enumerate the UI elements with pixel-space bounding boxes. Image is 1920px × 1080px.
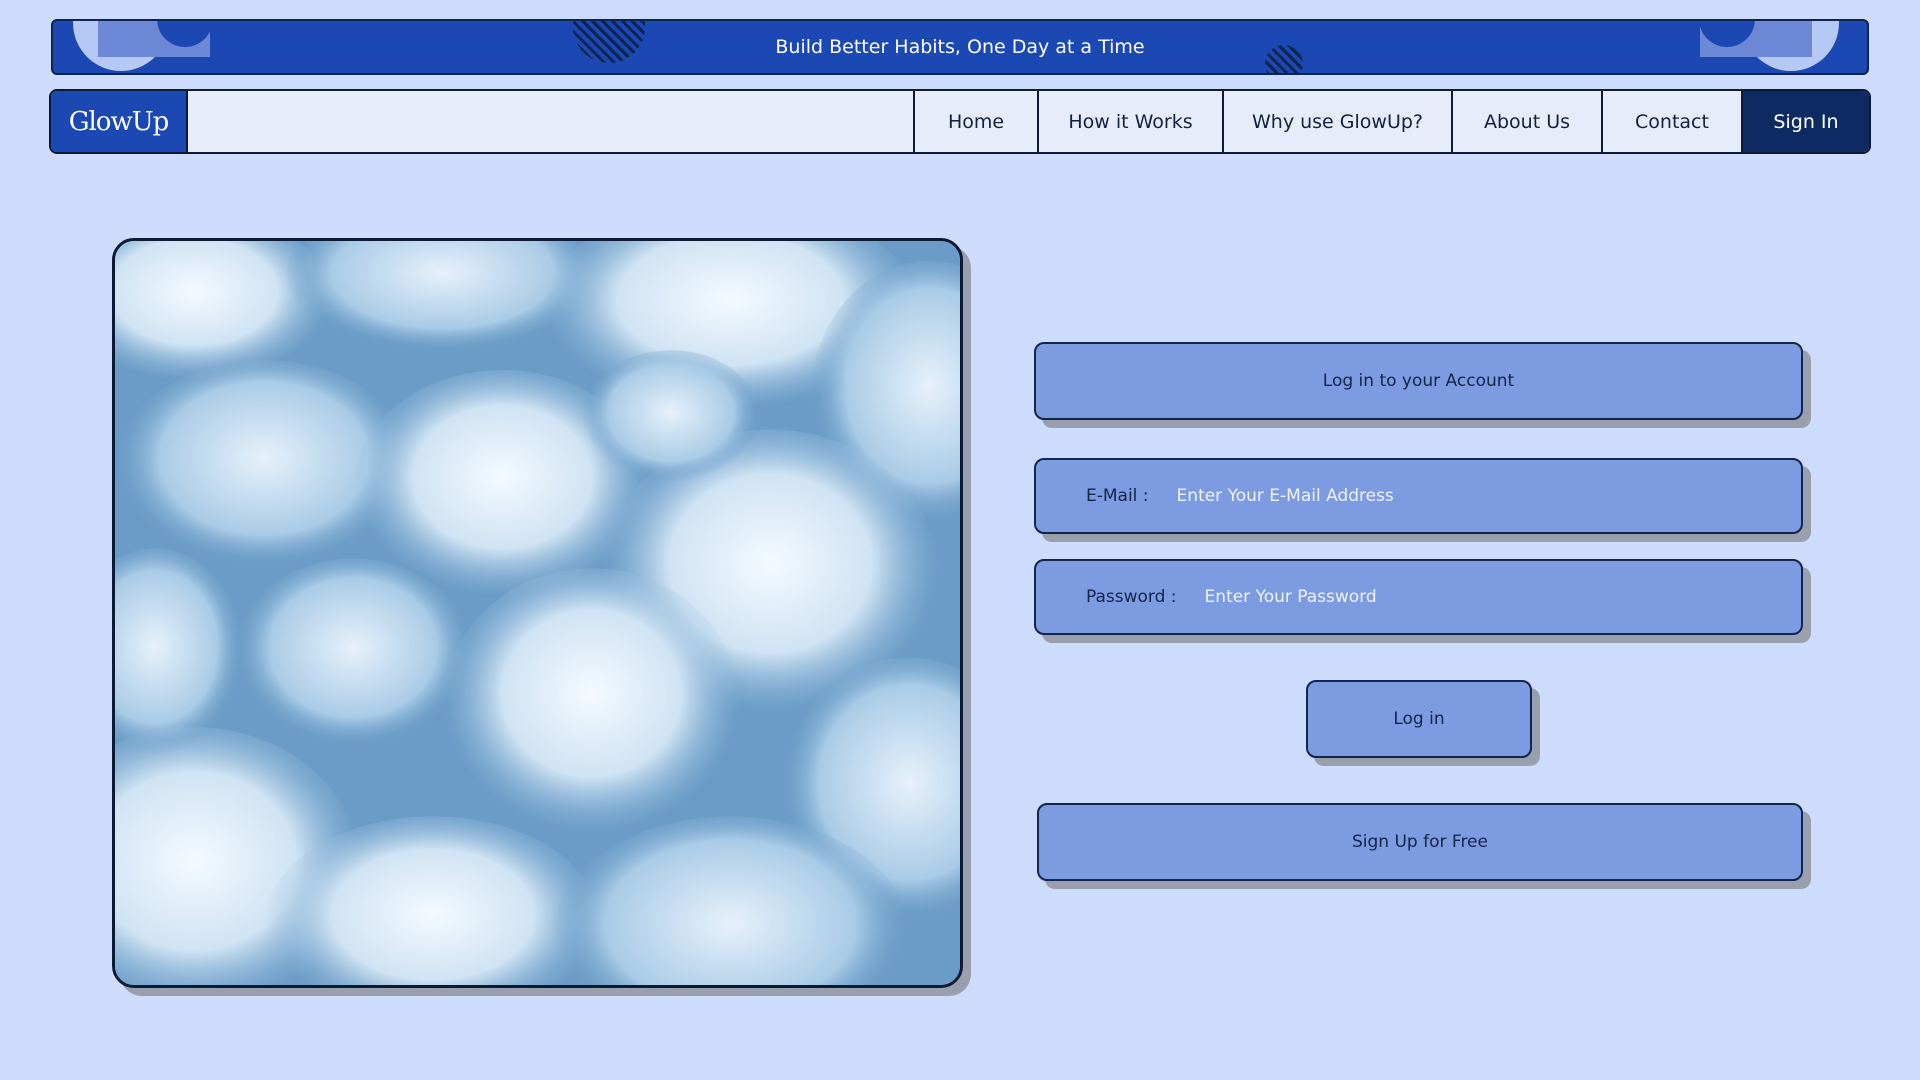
login-button-label: Log in	[1393, 709, 1445, 729]
nav-how-it-works[interactable]: How it Works	[1039, 91, 1224, 152]
password-field[interactable]: Password :	[1034, 559, 1803, 635]
nav-spacer	[188, 91, 915, 152]
signup-button[interactable]: Sign Up for Free	[1037, 803, 1803, 881]
sign-in-button[interactable]: Sign In	[1743, 91, 1869, 152]
email-input[interactable]	[1174, 485, 1781, 507]
navbar: GlowUp Home How it Works Why use GlowUp?…	[49, 89, 1871, 154]
nav-about-us[interactable]: About Us	[1453, 91, 1603, 152]
login-title-box: Log in to your Account	[1034, 342, 1803, 420]
nav-home[interactable]: Home	[915, 91, 1039, 152]
banner-text: Build Better Habits, One Day at a Time	[775, 36, 1145, 58]
login-title: Log in to your Account	[1322, 371, 1515, 391]
nav-contact[interactable]: Contact	[1603, 91, 1743, 152]
password-label: Password :	[1086, 587, 1177, 607]
password-input[interactable]	[1202, 586, 1781, 608]
clouds-image-graphic	[115, 241, 960, 985]
top-banner: Build Better Habits, One Day at a Time	[51, 19, 1869, 75]
clouds-image	[112, 238, 963, 988]
login-button[interactable]: Log in	[1306, 680, 1532, 758]
signup-button-label: Sign Up for Free	[1352, 832, 1488, 852]
logo[interactable]: GlowUp	[51, 91, 188, 152]
email-field[interactable]: E-Mail :	[1034, 458, 1803, 534]
nav-why-use-glowup[interactable]: Why use GlowUp?	[1224, 91, 1453, 152]
email-label: E-Mail :	[1086, 486, 1149, 506]
